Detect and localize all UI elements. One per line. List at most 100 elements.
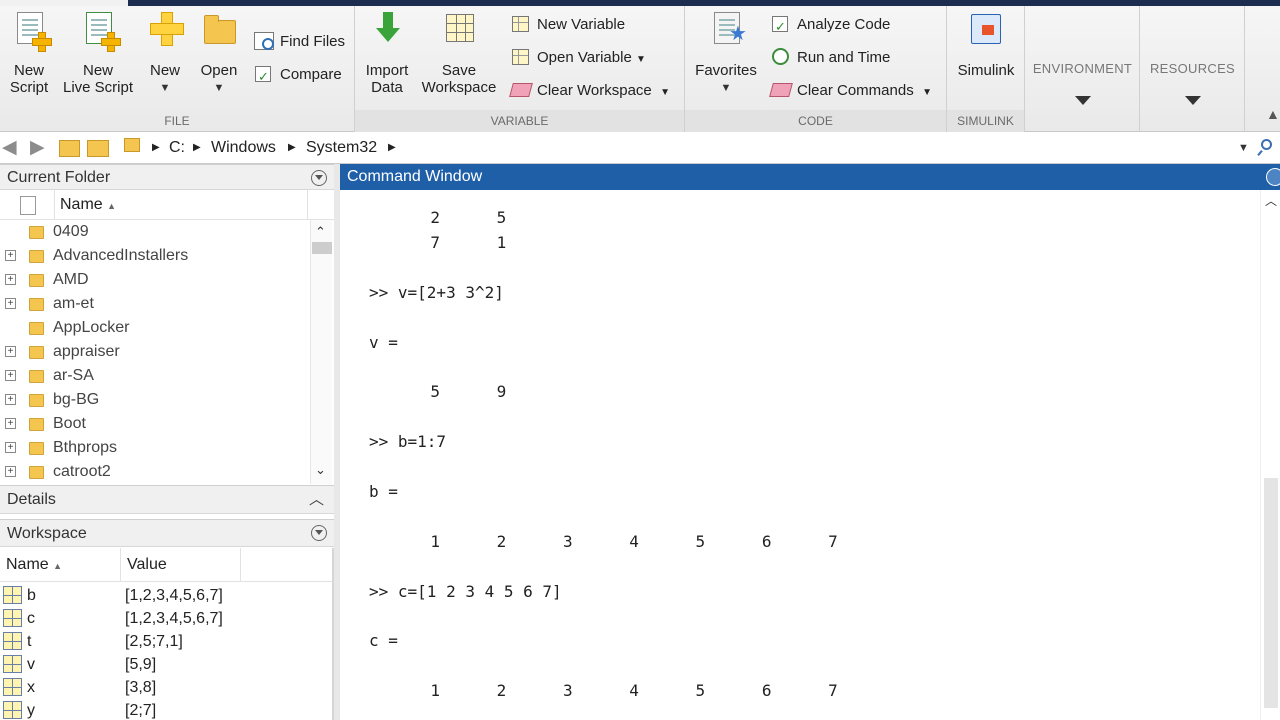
workspace-column-header: Name ▲ Value (0, 548, 332, 582)
expand-icon[interactable]: + (5, 298, 16, 309)
expand-icon[interactable]: + (5, 418, 16, 429)
folder-row[interactable]: + Bthprops (0, 436, 310, 460)
breadcrumb-system32[interactable]: System32 (306, 139, 377, 157)
workspace-variable-row[interactable]: b [1,2,3,4,5,6,7] (0, 584, 332, 607)
value-column-header[interactable]: Value (121, 548, 241, 582)
new-live-script-button[interactable]: New Live Script (60, 12, 136, 96)
scroll-up-icon[interactable]: ⌃ (315, 224, 326, 240)
workspace-variable-row[interactable]: c [1,2,3,4,5,6,7] (0, 607, 332, 630)
up-folder-icon[interactable] (59, 140, 80, 157)
folder-icon (124, 138, 140, 152)
find-files-button[interactable]: Find Files (254, 29, 345, 55)
address-bar: ◀ ▶ ▶ C: ▶ Windows ▶ System32 ▶ ▼ (0, 132, 1280, 164)
favorites-button[interactable]: ★ Favorites ▼ (693, 12, 759, 97)
clear-commands-button[interactable]: Clear Commands ▼ (769, 78, 932, 104)
scroll-up-icon[interactable]: ︿ (1265, 192, 1277, 209)
find-files-icon (254, 32, 274, 50)
scroll-thumb[interactable] (1264, 478, 1278, 708)
workspace-variable-row[interactable]: x [3,8] (0, 676, 332, 699)
folder-row[interactable]: + bg-BG (0, 388, 310, 412)
panel-actions-icon[interactable] (311, 170, 327, 186)
run-and-time-button[interactable]: Run and Time (771, 45, 890, 71)
analyze-code-button[interactable]: Analyze Code (771, 12, 890, 40)
expand-icon[interactable]: + (5, 394, 16, 405)
favorites-icon: ★ (709, 12, 747, 48)
environment-group[interactable]: ENVIRONMENT (1025, 6, 1140, 132)
analyze-code-icon (771, 14, 791, 40)
new-variable-button[interactable]: New Variable (511, 12, 625, 38)
workspace-variable-row[interactable]: y [2;7] (0, 699, 332, 720)
chevron-down-icon (1184, 96, 1201, 105)
back-arrow-icon[interactable]: ◀ (2, 138, 17, 157)
scroll-thumb[interactable] (312, 242, 332, 254)
collapse-ribbon-icon[interactable]: ▲ (1266, 106, 1280, 122)
variable-name: v (27, 656, 35, 673)
new-button[interactable]: New ▼ (143, 12, 187, 97)
folder-row[interactable]: + AMD (0, 268, 310, 292)
file-group-label: FILE (164, 114, 190, 128)
breadcrumb-separator-icon: ▶ (288, 142, 296, 153)
chevron-down-icon: ▼ (635, 54, 646, 65)
output-value: 7 (828, 681, 838, 701)
expand-icon[interactable]: + (5, 370, 16, 381)
folder-row[interactable]: + catroot2 (0, 460, 310, 484)
chevron-down-icon: ▼ (922, 87, 932, 98)
open-variable-button[interactable]: Open Variable ▼ (511, 45, 646, 71)
command-output-line: v = (369, 332, 398, 352)
folder-row[interactable]: + Boot (0, 412, 310, 436)
breadcrumb-windows[interactable]: Windows (211, 139, 276, 157)
import-data-button[interactable]: Import Data (363, 12, 411, 96)
file-type-icon (20, 196, 36, 215)
workspace-header: Workspace (0, 519, 334, 547)
scroll-down-icon[interactable]: ⌄ (315, 462, 326, 478)
folder-row[interactable]: + appraiser (0, 340, 310, 364)
workspace-variable-row[interactable]: t [2,5;7,1] (0, 630, 332, 653)
folder-row[interactable]: + ar-SA (0, 364, 310, 388)
expand-icon[interactable]: + (5, 346, 16, 357)
output-value: 6 (761, 531, 772, 551)
simulink-button[interactable]: Simulink (953, 12, 1019, 79)
save-workspace-button[interactable]: Save Workspace (419, 12, 499, 96)
folder-row[interactable]: + am-et (0, 292, 310, 316)
expand-icon[interactable]: + (5, 250, 16, 261)
clear-workspace-button[interactable]: Clear Workspace ▼ (509, 78, 670, 104)
workspace-variable-row[interactable]: v [5,9] (0, 653, 332, 676)
expand-icon[interactable]: + (5, 466, 16, 477)
open-button[interactable]: Open ▼ (196, 12, 242, 97)
sort-ascending-icon: ▲ (107, 201, 117, 211)
workspace-list: b [1,2,3,4,5,6,7] c [1,2,3,4,5,6,7] t [2,5;7,… (0, 584, 332, 720)
search-icon[interactable] (1257, 138, 1276, 156)
folder-icon (29, 274, 44, 287)
matrix-icon (3, 701, 22, 719)
folder-row[interactable]: AppLocker (0, 316, 310, 340)
panel-actions-icon[interactable] (1266, 168, 1280, 186)
expand-icon[interactable]: + (5, 442, 16, 453)
forward-arrow-icon[interactable]: ▶ (30, 138, 45, 157)
compare-button[interactable]: Compare (254, 62, 342, 90)
breadcrumb-drive[interactable]: C: (169, 139, 185, 157)
current-folder-header: Current Folder (0, 164, 334, 190)
resources-group[interactable]: RESOURCES (1140, 6, 1245, 132)
command-window-scrollbar[interactable]: ︿ (1260, 190, 1280, 720)
panel-actions-icon[interactable] (311, 525, 327, 541)
output-value: 4 (629, 681, 639, 701)
expand-icon[interactable]: + (5, 274, 16, 285)
compare-icon (254, 64, 274, 90)
current-folder-scrollbar[interactable]: ⌃ ⌄ (310, 220, 332, 484)
folder-row[interactable]: + AdvancedInstallers (0, 244, 310, 268)
name-column-header[interactable]: Name ▲ (60, 196, 116, 214)
new-variable-icon (511, 15, 531, 33)
details-header[interactable]: Details ︿ (0, 485, 334, 514)
folder-row[interactable]: 0409 (0, 220, 310, 244)
new-script-button[interactable]: New Script (4, 12, 54, 96)
path-dropdown-icon[interactable]: ▼ (1238, 142, 1249, 154)
name-column-header[interactable]: Name ▲ (0, 548, 121, 582)
matrix-icon (3, 586, 22, 604)
variable-value: [2;7] (125, 702, 157, 719)
variable-name: x (27, 679, 35, 696)
folder-icon (29, 466, 44, 479)
save-workspace-icon (442, 12, 476, 48)
command-window[interactable]: 2 5 7 1 >> v=[2+3 3^2] v = 5 9 >> b=1:7 b = 1 2 3 4 5 6… (340, 190, 1260, 720)
chevron-up-icon[interactable]: ︿ (309, 486, 324, 514)
browse-folder-icon[interactable] (87, 140, 109, 157)
